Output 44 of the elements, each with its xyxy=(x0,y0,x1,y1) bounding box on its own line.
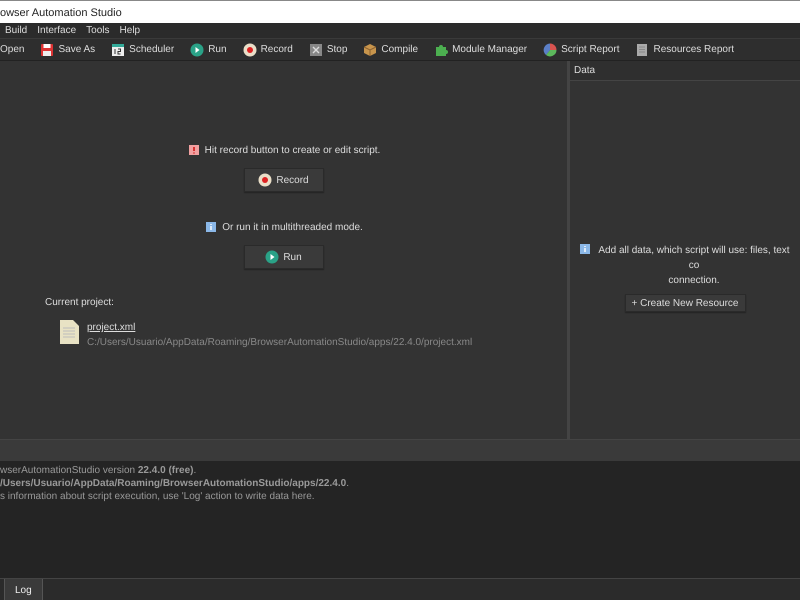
log-tab[interactable]: Log xyxy=(4,579,43,600)
project-link[interactable]: project.xml xyxy=(87,320,472,335)
toolbar-button[interactable]: Script Report xyxy=(543,42,628,57)
panel-title: Data xyxy=(570,61,800,81)
menu-item[interactable]: Build xyxy=(0,22,32,39)
action-button[interactable]: Record xyxy=(244,168,324,192)
toolbar-button[interactable]: Scheduler xyxy=(111,42,182,57)
menu-item[interactable]: Interface xyxy=(32,22,82,39)
project-label: Current project: xyxy=(45,296,114,310)
action-button[interactable]: Run xyxy=(244,245,324,269)
splitter-bar[interactable] xyxy=(0,439,800,461)
file-icon xyxy=(60,320,79,344)
hint-text: Or run it in multithreaded mode. xyxy=(222,221,363,235)
log-line: s information about script execution, use 'Log' action to write data here. xyxy=(0,490,316,503)
toolbar-button[interactable]: Stop xyxy=(308,42,356,57)
warning-note-icon xyxy=(186,144,201,158)
document-icon xyxy=(635,42,650,56)
menu-item[interactable]: Help xyxy=(114,22,146,39)
info-note-icon xyxy=(578,243,592,257)
play-icon xyxy=(265,250,280,264)
record-icon xyxy=(242,42,257,56)
window-title: owser Automation Studio xyxy=(0,7,122,19)
puzzle-piece-icon xyxy=(434,42,448,56)
toolbar-button[interactable]: Save As xyxy=(40,42,104,57)
calendar-icon xyxy=(111,42,126,56)
log-line: /Users/Usuario/AppData/Roaming/BrowserAutomationStudio/apps/22.4.0. xyxy=(0,477,350,490)
data-hint-text: Add all data, which script will use: files, text co connection. xyxy=(597,244,791,288)
record-icon xyxy=(258,173,272,187)
menu-item[interactable]: Tools xyxy=(81,22,115,39)
play-icon xyxy=(190,42,204,56)
toolbar-button[interactable]: Compile xyxy=(363,42,426,57)
toolbar-button[interactable]: Open xyxy=(0,42,32,57)
stop-icon xyxy=(308,42,323,56)
hint-text: Hit record button to create or edit script. xyxy=(204,144,380,158)
project-path: C:/Users/Usuario/AppData/Roaming/BrowserAutomationStudio/apps/22.4.0/project.xml xyxy=(87,336,472,350)
info-note-icon xyxy=(204,220,218,234)
log-line: wserAutomationStudio version 22.4.0 (free). xyxy=(0,464,198,477)
toolbar-button[interactable]: Record xyxy=(242,42,301,57)
package-icon xyxy=(363,42,378,56)
toolbar-button[interactable]: Resources Report xyxy=(635,42,742,57)
pie-chart-icon xyxy=(543,42,558,56)
toolbar-button[interactable]: Module Manager xyxy=(434,42,536,57)
create-resource-button[interactable]: + Create New Resource xyxy=(624,294,746,312)
toolbar-button[interactable]: Run xyxy=(190,42,235,57)
